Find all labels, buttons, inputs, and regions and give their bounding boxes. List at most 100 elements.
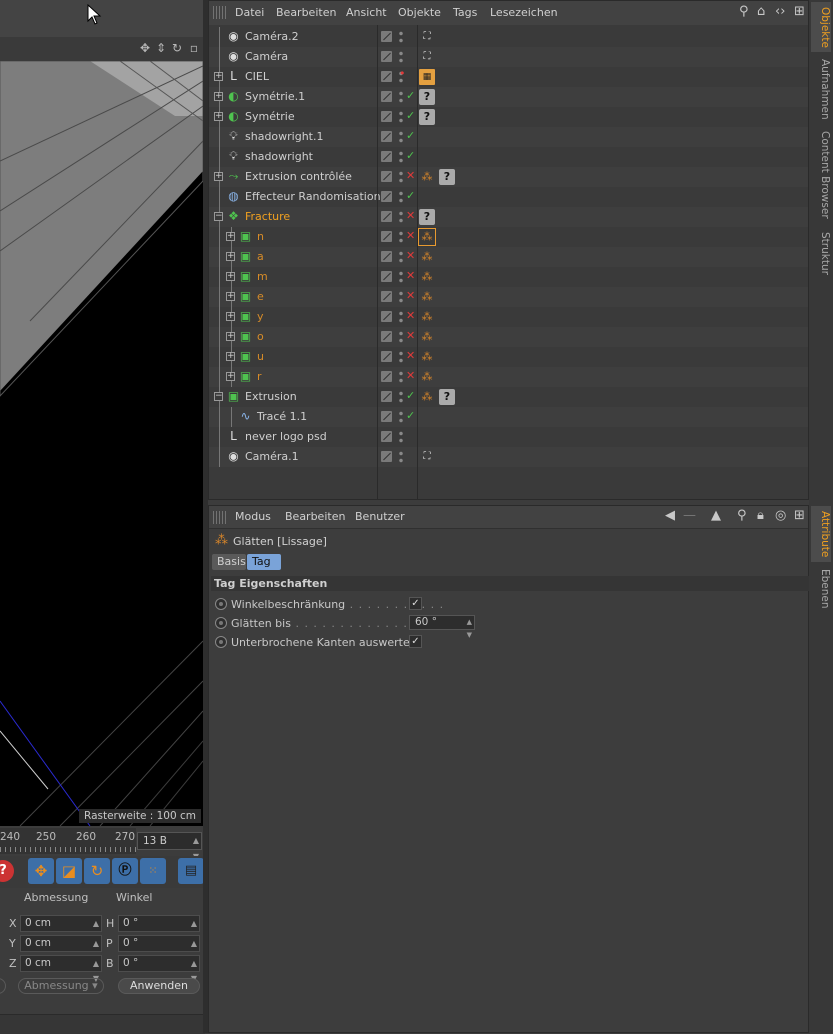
camera-target-tag-icon[interactable]: ⛶ [419, 49, 435, 65]
phong-tag-icon[interactable]: ⁂ [419, 169, 435, 185]
phong-tag-icon[interactable]: ⁂ [419, 349, 435, 365]
object-name[interactable]: Extrusion [245, 390, 297, 403]
visibility-dots-icon[interactable] [399, 330, 403, 344]
zoom-view-icon[interactable]: ⇕ [155, 42, 167, 54]
enabled-check-icon[interactable]: ✓ [406, 189, 415, 202]
visibility-dots-icon[interactable] [399, 430, 403, 444]
phong-tag-icon[interactable]: ⁂ [419, 369, 435, 385]
visibility-dots-icon[interactable] [399, 130, 403, 144]
film-render-icon[interactable]: ▤ [178, 858, 204, 884]
visibility-dots-icon[interactable] [399, 30, 403, 44]
panel-grip-icon[interactable] [213, 6, 227, 19]
lock-icon[interactable]: 🔒︎ [757, 509, 764, 523]
search-icon[interactable]: ⚲ [739, 5, 749, 19]
expand-icon[interactable]: + [226, 372, 235, 381]
tab-attribute[interactable]: Attribute [811, 506, 831, 562]
visibility-dots-icon[interactable] [399, 370, 403, 384]
rotation-h-field[interactable]: 0 °▲▼ [118, 915, 200, 943]
layer-color-icon[interactable] [381, 151, 392, 162]
object-mode-dropdown[interactable] [0, 978, 6, 994]
disabled-cross-icon[interactable]: ✕ [406, 369, 415, 382]
object-name[interactable]: o [257, 330, 264, 343]
forward-arrow-icon[interactable]: — [683, 509, 696, 523]
visibility-dots-icon[interactable] [399, 410, 403, 424]
layer-color-icon[interactable] [381, 251, 392, 262]
expand-icon[interactable]: + [226, 292, 235, 301]
object-name[interactable]: Extrusion contrôlée [245, 170, 352, 183]
object-name[interactable]: shadowright [245, 150, 313, 163]
move-tool-icon[interactable]: ✥ [28, 858, 54, 884]
tab-struktur[interactable]: Struktur [811, 228, 831, 278]
home-icon[interactable]: ⌂ [757, 5, 765, 19]
apply-button[interactable]: Anwenden [118, 978, 200, 994]
layer-color-icon[interactable] [381, 271, 392, 282]
menu-modus[interactable]: Modus [235, 510, 271, 523]
object-row[interactable]: − ▣ Extrusion ✓ ⁂? [209, 387, 808, 407]
object-row[interactable]: + ▣ n ✕ ⁂ [209, 227, 808, 247]
visibility-dots-icon[interactable] [399, 350, 403, 364]
layer-color-icon[interactable] [381, 71, 392, 82]
maximize-view-icon[interactable]: ▫ [188, 42, 200, 54]
disabled-cross-icon[interactable]: ✕ [406, 309, 415, 322]
unknown-tag-icon[interactable]: ? [439, 169, 455, 185]
panel-grip-icon[interactable] [213, 511, 227, 524]
visibility-dots-icon[interactable] [399, 230, 403, 244]
expand-icon[interactable]: + [214, 72, 223, 81]
object-row[interactable]: Lnever logo psd [209, 427, 808, 447]
visibility-dots-icon[interactable] [399, 50, 403, 64]
angle-limit-checkbox[interactable]: ✓ [409, 597, 422, 610]
parameter-tool-icon[interactable]: Ⓟ [112, 858, 138, 884]
target-icon[interactable]: ◎ [775, 509, 786, 523]
enabled-check-icon[interactable]: ✓ [406, 389, 415, 402]
expand-icon[interactable]: + [214, 112, 223, 121]
nav-arrows-icon[interactable]: ‹› [775, 5, 785, 19]
disabled-cross-icon[interactable]: ✕ [406, 209, 415, 222]
layer-color-icon[interactable] [381, 51, 392, 62]
menu-bearbeiten[interactable]: Bearbeiten [285, 510, 345, 523]
back-arrow-icon[interactable]: ◀ [665, 509, 675, 523]
layer-color-icon[interactable] [381, 351, 392, 362]
broken-edges-checkbox[interactable]: ✓ [409, 635, 422, 648]
menu-benutzer[interactable]: Benutzer [355, 510, 405, 523]
rotation-b-field[interactable]: 0 °▲▼ [118, 955, 200, 983]
enabled-check-icon[interactable]: ✓ [406, 89, 415, 102]
object-name[interactable]: m [257, 270, 268, 283]
object-row[interactable]: + L CIEL • ▦ [209, 67, 808, 87]
camera-target-tag-icon[interactable]: ⛶ [419, 449, 435, 465]
object-row[interactable]: − ❖ Fracture ✕? [209, 207, 808, 227]
layer-color-icon[interactable] [381, 131, 392, 142]
film-tag-icon[interactable]: ▦ [419, 69, 435, 85]
object-name[interactable]: Caméra.1 [245, 450, 299, 463]
expand-icon[interactable]: + [226, 352, 235, 361]
disabled-cross-icon[interactable]: ✕ [406, 249, 415, 262]
menu-ansicht[interactable]: Ansicht [346, 6, 387, 19]
object-name[interactable]: never logo psd [245, 430, 327, 443]
object-row[interactable]: + ▣ o ✕ ⁂ [209, 327, 808, 347]
phong-tag-icon[interactable]: ⁂ [418, 228, 436, 246]
size-mode-dropdown[interactable]: Abmessung ▾ [18, 978, 104, 994]
animate-radio[interactable] [215, 598, 227, 610]
object-name[interactable]: Fracture [245, 210, 290, 223]
expand-icon[interactable]: + [226, 312, 235, 321]
phong-tag-icon[interactable]: ⁂ [419, 249, 435, 265]
collapse-icon[interactable]: − [214, 392, 223, 401]
object-row[interactable]: 💡︎ shadowright ✓ [209, 147, 808, 167]
tab-aufnahmen[interactable]: Aufnahmen [811, 56, 831, 122]
visibility-dots-icon[interactable] [399, 290, 403, 304]
animate-radio[interactable] [215, 636, 227, 648]
layer-color-icon[interactable] [381, 91, 392, 102]
timeline-ruler[interactable]: 240 250 260 270 [0, 828, 136, 854]
new-panel-icon[interactable]: ⊞ [794, 5, 805, 19]
disabled-cross-icon[interactable]: ✕ [406, 349, 415, 362]
object-row[interactable]: + ▣ m ✕ ⁂ [209, 267, 808, 287]
disabled-cross-icon[interactable]: ✕ [406, 269, 415, 282]
object-name[interactable]: Symétrie.1 [245, 90, 305, 103]
visibility-dots-icon[interactable] [399, 90, 403, 104]
phong-tag-icon[interactable]: ⁂ [419, 309, 435, 325]
visibility-dots-icon[interactable] [399, 210, 403, 224]
object-name[interactable]: a [257, 250, 264, 263]
object-row[interactable]: + ▣ e ✕ ⁂ [209, 287, 808, 307]
disabled-cross-icon[interactable]: ✕ [406, 289, 415, 302]
object-name[interactable]: Caméra [245, 50, 288, 63]
object-row[interactable]: ∿ Tracé 1.1 ✓ [209, 407, 808, 427]
